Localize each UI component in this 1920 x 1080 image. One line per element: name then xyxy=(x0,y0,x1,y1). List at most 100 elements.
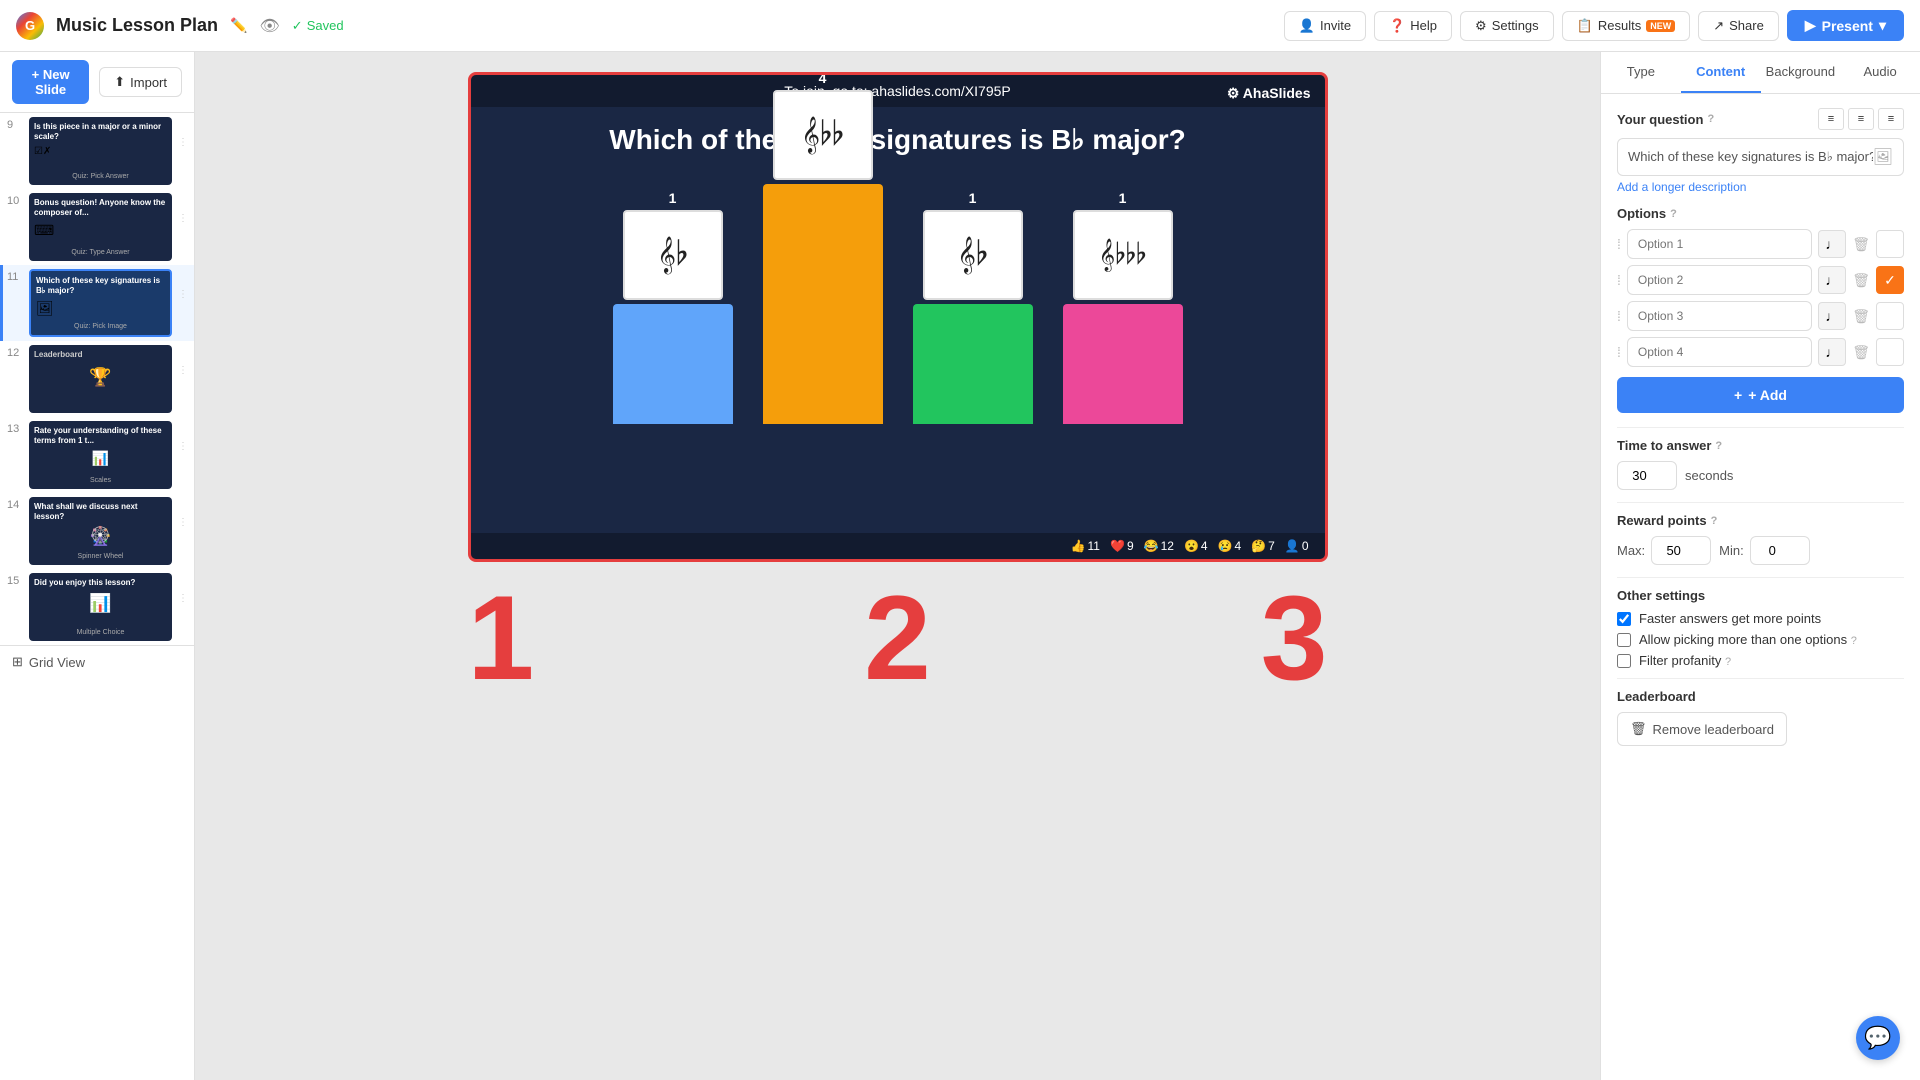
invite-button[interactable]: 👤 Invite xyxy=(1284,11,1366,41)
big-number-2: 2 xyxy=(864,578,931,698)
allow-multiple-help-icon[interactable]: ? xyxy=(1851,635,1857,647)
image-upload-icon[interactable]: 🖼 xyxy=(1873,147,1893,167)
trash-icon: 🗑 xyxy=(1630,721,1647,737)
grid-view-button[interactable]: ⊞ Grid View xyxy=(0,645,194,678)
chat-button[interactable]: 💬 xyxy=(1856,1016,1900,1060)
checkmark-icon: ✓ xyxy=(292,18,303,34)
center-panel: To join, go to: ahaslides.com/XI795P ⚙ A… xyxy=(195,52,1600,1080)
drag-handle-icon: ⋮ xyxy=(178,517,188,528)
big-number-1: 1 xyxy=(468,578,535,698)
time-input[interactable] xyxy=(1617,461,1677,490)
option-delete-2[interactable]: 🗑 xyxy=(1852,272,1870,289)
option-delete-1[interactable]: 🗑 xyxy=(1852,236,1870,253)
upload-icon: ⬆ xyxy=(114,74,125,90)
preview-icon[interactable]: 👁 xyxy=(259,16,279,36)
settings-button[interactable]: ⚙ Settings xyxy=(1460,11,1554,41)
filter-profanity-help-icon[interactable]: ? xyxy=(1725,656,1731,668)
option-input-3[interactable] xyxy=(1627,301,1812,331)
remove-leaderboard-button[interactable]: 🗑 Remove leaderboard xyxy=(1617,712,1787,746)
slide-toolbar: + New Slide ⬆ Import xyxy=(0,52,194,113)
option-music-icon-1[interactable]: ♩ xyxy=(1818,230,1846,258)
present-button[interactable]: ▶ Present ▾ xyxy=(1787,10,1904,41)
reaction-heart: ❤️ 9 xyxy=(1110,539,1134,553)
tab-type[interactable]: Type xyxy=(1601,52,1681,93)
option-correct-1[interactable] xyxy=(1876,230,1904,258)
help-button[interactable]: ❓ Help xyxy=(1374,11,1452,41)
option-correct-2[interactable]: ✓ xyxy=(1876,266,1904,294)
option-input-2[interactable] xyxy=(1627,265,1812,295)
ahaslides-logo: ⚙ AhaSlides xyxy=(1227,85,1311,102)
slide-item[interactable]: 14 What shall we discuss next lesson? 🎡 … xyxy=(0,493,194,569)
faster-answers-row: Faster answers get more points xyxy=(1617,611,1904,626)
filter-profanity-label: Filter profanity ? xyxy=(1639,653,1731,668)
option-music-icon-2[interactable]: ♩ xyxy=(1818,266,1846,294)
settings-icon: ⚙ xyxy=(1475,18,1487,34)
filter-profanity-checkbox[interactable] xyxy=(1617,654,1631,668)
slide-item[interactable]: 10 Bonus question! Anyone know the compo… xyxy=(0,189,194,265)
option-music-icon-4[interactable]: ♩ xyxy=(1818,338,1846,366)
reaction-like: 👍 11 xyxy=(1071,539,1100,553)
option-drag-handle-2[interactable]: ⁞ xyxy=(1617,272,1621,288)
reward-min-input[interactable] xyxy=(1750,536,1810,565)
option-input-4[interactable] xyxy=(1627,337,1812,367)
slide-numbers-row: 1 2 3 xyxy=(468,578,1328,698)
slide-item[interactable]: 9 Is this piece in a major or a minor sc… xyxy=(0,113,194,189)
option-input-1[interactable] xyxy=(1627,229,1812,259)
topbar: G Music Lesson Plan ✏️ 👁 ✓ Saved 👤 Invit… xyxy=(0,0,1920,52)
slide-list-panel: + New Slide ⬆ Import 9 Is this piece in … xyxy=(0,52,195,1080)
reaction-bar: 👍 11 ❤️ 9 😂 12 😮 4 😢 4 🤔 7 👤 0 xyxy=(471,533,1325,559)
drag-handle-icon: ⋮ xyxy=(178,137,188,148)
edit-icon[interactable]: ✏️ xyxy=(230,17,247,34)
saved-status: ✓ Saved xyxy=(292,18,344,34)
results-button[interactable]: 📋 Results NEW xyxy=(1562,11,1691,41)
add-description-link[interactable]: Add a longer description xyxy=(1617,180,1904,194)
slide-item[interactable]: 15 Did you enjoy this lesson? 📊 Multiple… xyxy=(0,569,194,645)
grid-icon: ⊞ xyxy=(12,654,23,670)
reaction-anon: 👤 0 xyxy=(1285,539,1309,553)
main-layout: + New Slide ⬆ Import 9 Is this piece in … xyxy=(0,52,1920,1080)
import-button[interactable]: ⬆ Import xyxy=(99,67,182,97)
faster-answers-checkbox[interactable] xyxy=(1617,612,1631,626)
drag-handle-icon: ⋮ xyxy=(178,289,188,300)
slide-chart: 1 𝄞♭ 4 𝄞♭♭ xyxy=(471,164,1325,434)
slide-item[interactable]: 11 Which of these key signatures is B♭ m… xyxy=(0,265,194,341)
option-drag-handle-1[interactable]: ⁞ xyxy=(1617,236,1621,252)
tab-background[interactable]: Background xyxy=(1761,52,1841,93)
reaction-think: 🤔 7 xyxy=(1251,539,1275,553)
time-help-icon[interactable]: ? xyxy=(1715,440,1722,452)
slide-preview: To join, go to: ahaslides.com/XI795P ⚙ A… xyxy=(468,72,1328,562)
chat-icon: 💬 xyxy=(1864,1025,1891,1051)
help-icon: ❓ xyxy=(1389,18,1405,34)
reward-help-icon[interactable]: ? xyxy=(1711,515,1718,527)
question-help-icon[interactable]: ? xyxy=(1707,113,1714,125)
reward-row: Max: Min: xyxy=(1617,536,1904,565)
reward-max-group: Max: xyxy=(1617,536,1711,565)
add-option-button[interactable]: + + Add xyxy=(1617,377,1904,413)
slide-item[interactable]: 13 Rate your understanding of these term… xyxy=(0,417,194,493)
align-right-button[interactable]: ≡ xyxy=(1878,108,1904,130)
invite-icon: 👤 xyxy=(1299,18,1315,34)
option-correct-4[interactable] xyxy=(1876,338,1904,366)
tab-audio[interactable]: Audio xyxy=(1840,52,1920,93)
share-button[interactable]: ↗ Share xyxy=(1698,11,1779,41)
plus-icon: + xyxy=(1734,387,1742,403)
join-url-bar: To join, go to: ahaslides.com/XI795P xyxy=(471,75,1325,107)
allow-multiple-checkbox[interactable] xyxy=(1617,633,1631,647)
option-music-icon-3[interactable]: ♩ xyxy=(1818,302,1846,330)
results-new-badge: NEW xyxy=(1646,20,1675,32)
align-center-button[interactable]: ≡ xyxy=(1848,108,1874,130)
option-correct-3[interactable] xyxy=(1876,302,1904,330)
options-help-icon[interactable]: ? xyxy=(1670,208,1677,220)
share-icon: ↗ xyxy=(1713,18,1724,34)
option-delete-3[interactable]: 🗑 xyxy=(1852,308,1870,325)
align-left-button[interactable]: ≡ xyxy=(1818,108,1844,130)
option-drag-handle-3[interactable]: ⁞ xyxy=(1617,308,1621,324)
option-delete-4[interactable]: 🗑 xyxy=(1852,344,1870,361)
new-slide-button[interactable]: + New Slide xyxy=(12,60,89,104)
question-input[interactable] xyxy=(1628,150,1873,165)
tab-content[interactable]: Content xyxy=(1681,52,1761,93)
reaction-wow: 😮 4 xyxy=(1184,539,1208,553)
slide-item[interactable]: 12 Leaderboard 🏆 ⋮ xyxy=(0,341,194,417)
reward-max-input[interactable] xyxy=(1651,536,1711,565)
option-drag-handle-4[interactable]: ⁞ xyxy=(1617,344,1621,360)
